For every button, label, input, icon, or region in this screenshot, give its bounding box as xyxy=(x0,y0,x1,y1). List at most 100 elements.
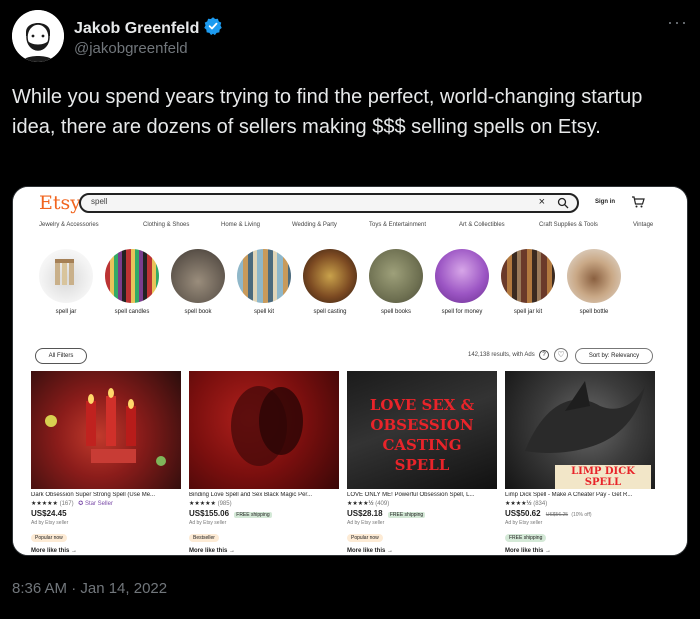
related-search-item: spell casting xyxy=(295,249,365,316)
listing-badge: Bestseller xyxy=(189,534,219,542)
more-like-this: More like this → xyxy=(505,548,552,554)
related-search-label: spell bottle xyxy=(579,309,609,315)
listing-image xyxy=(31,371,181,489)
price-value: US$28.18 xyxy=(347,509,383,518)
star-rating: ★★★★★ xyxy=(31,501,58,507)
star-rating: ★★★★½ xyxy=(347,501,374,507)
related-search-item: spell bottle xyxy=(559,249,629,316)
original-price: US$56.25 xyxy=(545,512,569,518)
display-name[interactable]: Jakob Greenfeld xyxy=(74,20,199,38)
etsy-listings: Dark Obsession Super Strong Spell (Use M… xyxy=(13,371,687,555)
review-count: (985) xyxy=(217,501,232,507)
listing-rating: ★★★★★ (985) xyxy=(189,500,339,507)
etsy-category: Vintage xyxy=(633,222,654,228)
tweet-timestamp[interactable]: 8:36 AM · Jan 14, 2022 xyxy=(12,580,167,597)
related-search-image xyxy=(171,249,225,303)
listing-rating: ★★★★★ (167) ✪ Star Seller xyxy=(31,500,181,507)
related-search-item: spell book xyxy=(163,249,233,316)
related-search-label: spell book xyxy=(184,309,212,315)
related-search-image xyxy=(369,249,423,303)
star-rating: ★★★★½ xyxy=(505,501,532,507)
more-options-icon[interactable]: ··· xyxy=(667,12,688,33)
more-like-this: More like this → xyxy=(31,548,78,554)
listing-price: US$155.06 FREE shipping xyxy=(189,509,339,518)
name-row: Jakob Greenfeld xyxy=(74,16,223,41)
related-search-image xyxy=(105,249,159,303)
review-count: (167) xyxy=(59,501,74,507)
listing-title: Limp Dick Spell - Make A Cheater Pay - G… xyxy=(505,492,633,498)
etsy-category: Toys & Entertainment xyxy=(369,222,427,228)
etsy-category-nav: Jewelry & Accessories Clothing & Shoes H… xyxy=(39,222,659,234)
etsy-category: Home & Living xyxy=(221,222,261,228)
listing-price: US$50.62 US$56.25 (10% off) xyxy=(505,509,655,518)
etsy-header: Etsy spell × Sign in xyxy=(13,187,687,221)
listing-title: LOVE ONLY ME! Powerful Obsession Spell, … xyxy=(347,492,475,498)
more-like-this: More like this → xyxy=(347,548,394,554)
etsy-category: Wedding & Party xyxy=(292,222,337,228)
listing-rating: ★★★★½ (834) xyxy=(505,500,655,507)
verified-badge-icon xyxy=(203,16,223,41)
price-value: US$50.62 xyxy=(505,509,541,518)
listing-badge: Popular now xyxy=(31,534,67,542)
related-search-item: spell books xyxy=(361,249,431,316)
etsy-sign-in: Sign in xyxy=(595,199,615,205)
listing-card: Binding Love Spell and Sex Black Magic P… xyxy=(189,371,339,554)
listing-badge: Popular now xyxy=(347,534,383,542)
more-like-this: More like this → xyxy=(189,548,236,554)
star-seller-badge: ✪ Star Seller xyxy=(78,501,113,507)
listing-title: Dark Obsession Super Strong Spell (Use M… xyxy=(31,492,156,498)
related-search-item: spell for money xyxy=(427,249,497,316)
etsy-search-bar: spell × xyxy=(79,193,579,213)
etsy-logo: Etsy xyxy=(39,192,81,214)
related-search-item: spell candles xyxy=(97,249,167,316)
sort-dropdown: Sort by: Relevancy xyxy=(575,348,653,364)
listing-price: US$24.45 xyxy=(31,509,67,518)
tweet-media[interactable]: Etsy spell × Sign in Jewelry & Accessori… xyxy=(12,186,688,556)
related-search-label: spell books xyxy=(380,309,412,315)
results-count: 142,138 results, with Ads xyxy=(468,352,535,358)
etsy-category: Art & Collectibles xyxy=(459,222,505,228)
related-search-label: spell kit xyxy=(253,309,274,315)
related-search-item: spell kit xyxy=(229,249,299,316)
ad-label: Ad by Etsy seller xyxy=(505,520,543,526)
listing-image: LOVE SEX & OBSESSION CASTING SPELL xyxy=(347,371,497,489)
listing-image xyxy=(189,371,339,489)
listing-badge: FREE shipping xyxy=(505,534,547,542)
free-shipping-tag: FREE shipping xyxy=(387,512,426,518)
ad-label: Ad by Etsy seller xyxy=(347,520,385,526)
etsy-search-value: spell xyxy=(91,197,108,206)
price-value: US$155.06 xyxy=(189,509,230,518)
related-search-item: spell jar kit xyxy=(493,249,563,316)
discount-label: (10% off) xyxy=(571,512,592,518)
listing-card: LOVE SEX & OBSESSION CASTING SPELL LOVE … xyxy=(347,371,497,554)
etsy-category: Jewelry & Accessories xyxy=(39,222,99,228)
etsy-category: Clothing & Shoes xyxy=(143,222,190,228)
etsy-category: Craft Supplies & Tools xyxy=(539,222,598,228)
listing-card: LIMP DICK SPELL Limp Dick Spell - Make A… xyxy=(505,371,655,554)
related-search-label: spell candles xyxy=(114,309,150,315)
info-icon: ? xyxy=(539,350,549,360)
etsy-related-searches: spell jar spell candles spell book spell… xyxy=(13,249,687,329)
related-search-label: spell jar xyxy=(55,309,77,315)
review-count: (409) xyxy=(375,501,390,507)
handle[interactable]: @jakobgreenfeld xyxy=(74,40,188,57)
star-rating: ★★★★★ xyxy=(189,501,216,507)
clear-icon: × xyxy=(538,196,545,208)
ad-label: Ad by Etsy seller xyxy=(189,520,227,526)
related-search-label: spell casting xyxy=(313,309,347,315)
listing-image-text: LOVE SEX & OBSESSION CASTING SPELL xyxy=(369,396,475,474)
related-search-image xyxy=(501,249,555,303)
related-search-image xyxy=(435,249,489,303)
related-search-image xyxy=(303,249,357,303)
related-search-label: spell jar kit xyxy=(513,309,543,315)
etsy-screenshot: Etsy spell × Sign in Jewelry & Accessori… xyxy=(13,187,687,555)
listing-rating: ★★★★½ (409) xyxy=(347,500,497,507)
review-count: (834) xyxy=(533,501,548,507)
ad-label: Ad by Etsy seller xyxy=(31,520,69,526)
listing-price: US$28.18 FREE shipping xyxy=(347,509,497,518)
free-shipping-tag: FREE shipping xyxy=(234,512,272,518)
related-search-image xyxy=(39,249,93,303)
listing-title: Binding Love Spell and Sex Black Magic P… xyxy=(189,492,313,498)
tweet-header: Jakob Greenfeld @jakobgreenfeld ··· xyxy=(12,10,688,66)
avatar[interactable] xyxy=(12,10,64,62)
